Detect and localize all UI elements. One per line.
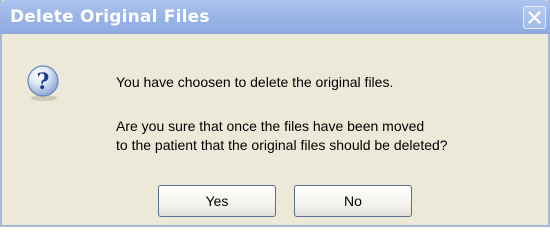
- message-line-2: Are you sure that once the files have be…: [116, 118, 425, 134]
- message-line-1: You have choosen to delete the original …: [116, 74, 394, 90]
- dialog-title: Delete Original Files: [10, 7, 210, 27]
- no-button[interactable]: No: [294, 185, 412, 217]
- close-icon: [528, 11, 541, 24]
- message-line-3: to the patient that the original files s…: [116, 137, 448, 153]
- svg-text:?: ?: [37, 69, 50, 95]
- title-bar[interactable]: Delete Original Files: [0, 0, 550, 34]
- close-button[interactable]: [523, 6, 546, 29]
- delete-original-files-dialog: Delete Original Files ? You have choosen…: [0, 0, 550, 227]
- dialog-body: ? You have choosen to delete the origina…: [4, 34, 550, 225]
- yes-button[interactable]: Yes: [158, 185, 276, 217]
- question-icon: ?: [24, 64, 62, 102]
